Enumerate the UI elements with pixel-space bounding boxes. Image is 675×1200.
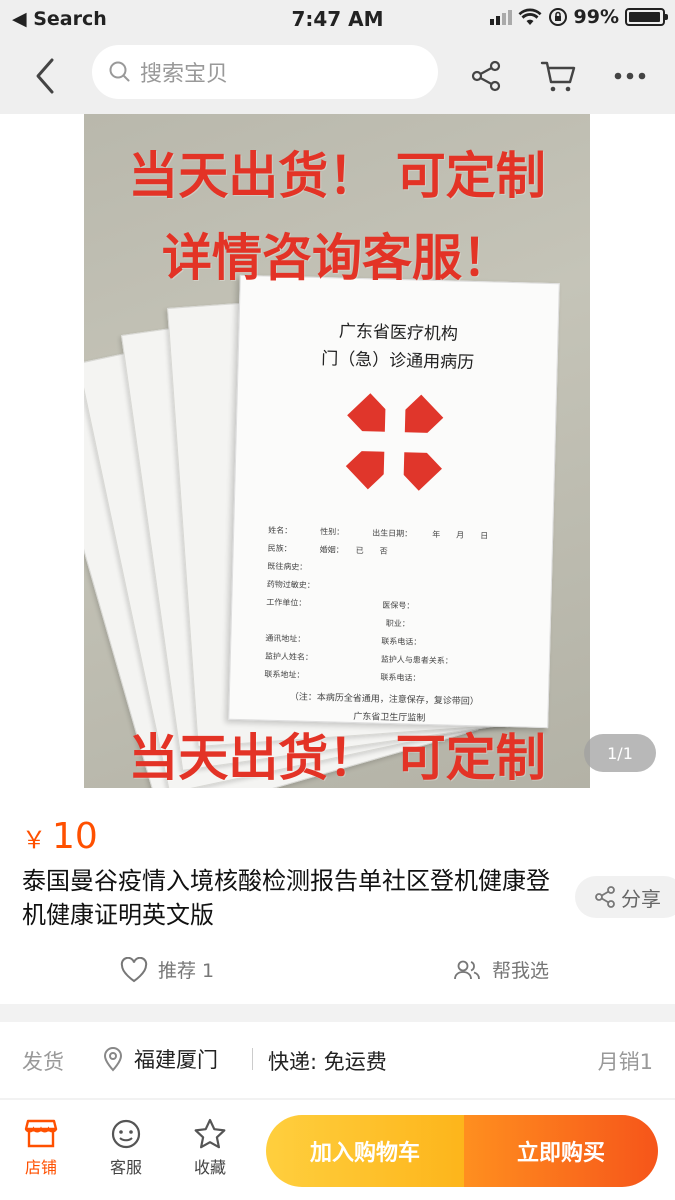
- share-label: 分享: [621, 886, 661, 911]
- heart-icon: [120, 956, 148, 982]
- add-to-cart-button[interactable]: 加入购物车: [266, 1115, 464, 1187]
- form-row: 既往病史：: [267, 561, 308, 572]
- form-row: 监护人姓名： 监护人与患者关系：: [264, 651, 453, 666]
- medical-record-booklet: 广东省医疗机构 门（急）诊通用病历 姓名： 性别： 出生日期： 年 月 日 民族…: [228, 274, 560, 729]
- search-input[interactable]: 搜索宝贝: [92, 45, 438, 99]
- promo-text-top: 当天出货！ 可定制: [128, 146, 546, 205]
- form-row: 联系地址： 联系电话：: [264, 669, 421, 683]
- help-me-choose-button[interactable]: 帮我选: [452, 956, 549, 983]
- image-counter-badge: 1/1: [584, 734, 656, 772]
- status-bar: ◀ Search 7:47 AM 99%: [0, 0, 675, 40]
- search-placeholder: 搜索宝贝: [140, 62, 229, 87]
- back-button[interactable]: [28, 56, 64, 96]
- share-icon: [595, 886, 615, 908]
- nav-bar: 搜索宝贝: [0, 40, 675, 114]
- product-info-card: ￥ 10 泰国曼谷疫情入境核酸检测报告单社区登机健康登机健康证明英文版 分享 推…: [0, 788, 675, 1004]
- monthly-sales: 月销1: [597, 1050, 653, 1074]
- red-cross-logo-icon: [345, 393, 444, 491]
- product-photo: 广东省医疗机构 门（急）诊通用病历 姓名： 性别： 出生日期： 年 月 日 民族…: [84, 114, 590, 788]
- product-image-gallery[interactable]: 广东省医疗机构 门（急）诊通用病历 姓名： 性别： 出生日期： 年 月 日 民族…: [0, 114, 675, 788]
- store-label: 店铺: [24, 1158, 57, 1177]
- favorite-tab[interactable]: 收藏: [180, 1118, 240, 1178]
- share-icon: [471, 60, 501, 92]
- promo-text-consult: 详情咨询客服！: [162, 228, 512, 287]
- form-note: （注：本病历全省通用，注意保存，复诊带回）: [289, 692, 479, 708]
- form-row: 药物过敏史：: [266, 579, 315, 590]
- location-text: 福建厦门: [134, 1048, 218, 1072]
- rotation-lock-icon: [548, 8, 567, 26]
- battery-icon: [625, 8, 668, 26]
- more-button[interactable]: [608, 54, 652, 98]
- recommend-label: 推荐 1: [158, 960, 215, 982]
- bottom-action-bar: 店铺 客服 收藏 加入购物车 立即购买: [0, 1100, 675, 1200]
- shipping-label: 发货: [22, 1050, 64, 1074]
- store-icon: [24, 1119, 58, 1148]
- people-icon: [454, 960, 480, 979]
- back-chevron-icon: [36, 58, 54, 94]
- product-title: 泰国曼谷疫情入境核酸检测报告单社区登机健康登机健康证明英文版: [22, 867, 550, 929]
- promo-text-bottom: 当天出货！ 可定制: [128, 728, 546, 787]
- help-choose-label: 帮我选: [492, 960, 550, 982]
- recommend-button[interactable]: 推荐 1: [120, 956, 214, 983]
- form-row: 姓名： 性别： 出生日期： 年 月 日: [268, 525, 489, 541]
- share-button[interactable]: [464, 54, 508, 98]
- favorite-label: 收藏: [193, 1158, 226, 1177]
- form-row: 工作单位： 医保号：: [266, 597, 415, 611]
- battery-percent: 99%: [573, 6, 619, 28]
- price-value: 10: [52, 816, 98, 857]
- chat-face-icon: [111, 1119, 141, 1149]
- customer-service-tab[interactable]: 客服: [96, 1118, 156, 1178]
- form-row: 通讯地址： 联系电话：: [265, 633, 422, 647]
- cart-icon: [540, 61, 576, 92]
- location-pin-icon: [103, 1047, 123, 1072]
- form-row: 民族： 婚姻： 已 否: [267, 543, 388, 556]
- more-icon: [614, 72, 646, 80]
- share-pill-button[interactable]: 分享: [575, 876, 675, 918]
- express-fee: 快递: 免运费: [268, 1050, 387, 1074]
- form-row: 职业：: [265, 615, 410, 629]
- buy-now-button[interactable]: 立即购买: [464, 1115, 658, 1187]
- signal-icon: [489, 9, 512, 25]
- shipping-row[interactable]: 发货 福建厦门 快递: 免运费 月销1: [0, 1022, 675, 1098]
- shipping-location: 福建厦门: [102, 1044, 218, 1074]
- search-icon: [109, 61, 130, 82]
- divider: [252, 1048, 253, 1070]
- price: ￥ 10: [22, 816, 98, 857]
- status-right: 99%: [484, 6, 668, 28]
- service-label: 客服: [109, 1158, 142, 1177]
- currency-symbol: ￥: [22, 826, 46, 854]
- star-icon: [194, 1118, 226, 1149]
- store-tab[interactable]: 店铺: [11, 1118, 71, 1178]
- booklet-title-2: 门（急）诊通用病历: [320, 349, 475, 374]
- cart-button[interactable]: [536, 54, 580, 98]
- wifi-icon: [518, 8, 542, 25]
